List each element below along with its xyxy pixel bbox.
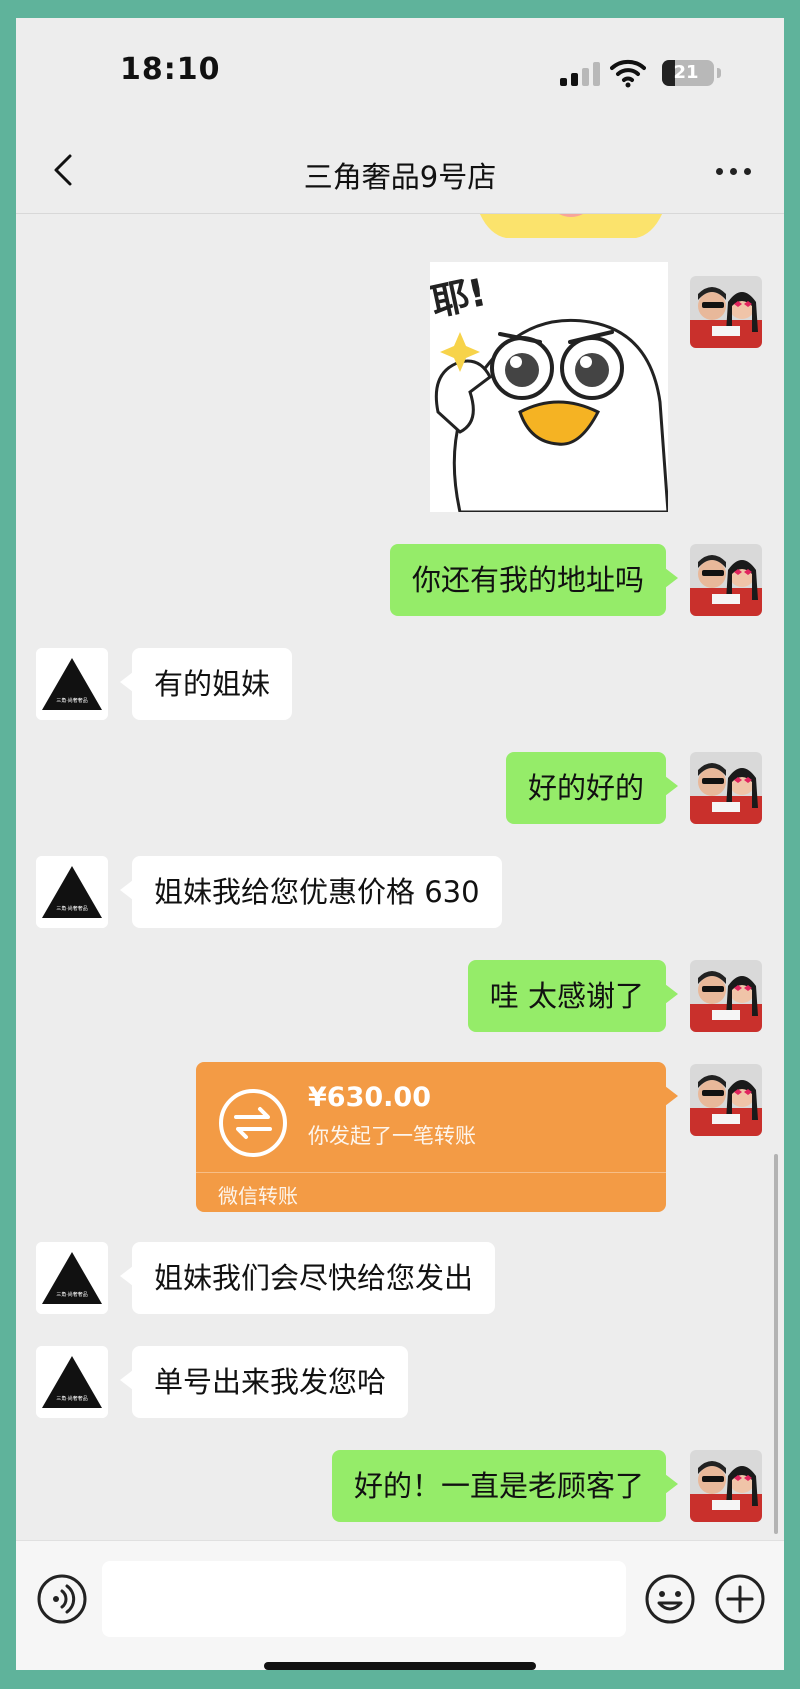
my-avatar[interactable] xyxy=(690,960,762,1032)
battery-level: 21 xyxy=(673,62,699,83)
scrollbar[interactable] xyxy=(774,1154,778,1534)
couple-photo-icon xyxy=(690,276,762,348)
sticker-partial[interactable] xyxy=(476,214,666,244)
chat-title: 三角奢品9号店 xyxy=(303,160,497,194)
couple-photo-icon xyxy=(690,544,762,616)
battery-icon: 21 xyxy=(662,60,721,86)
duck-sticker[interactable]: 耶! xyxy=(430,262,668,512)
svg-text:三角·尚奢奢品: 三角·尚奢奢品 xyxy=(56,697,88,704)
message-bubble-outgoing[interactable]: 你还有我的地址吗 xyxy=(389,544,679,616)
message-bubble-incoming[interactable]: 单号出来我发您哈 xyxy=(119,1346,409,1418)
transfer-label: 微信转账 xyxy=(218,1184,298,1208)
message-bubble-outgoing[interactable]: 哇 太感谢了 xyxy=(467,960,679,1032)
divider xyxy=(196,1172,666,1173)
transfer-icon xyxy=(219,1089,287,1157)
shop-avatar[interactable]: 三角·尚奢奢品 xyxy=(36,1346,108,1418)
message-bubble-outgoing[interactable]: 好的好的 xyxy=(505,752,679,824)
shop-avatar[interactable]: 三角·尚奢奢品 xyxy=(36,1242,108,1314)
transfer-card[interactable]: ¥630.00 你发起了一笔转账 微信转账 xyxy=(196,1062,678,1212)
cellular-signal-icon xyxy=(560,62,602,86)
emoji-icon[interactable] xyxy=(644,1573,696,1625)
triangle-logo-icon: 三角·尚奢奢品 xyxy=(36,1242,108,1314)
transfer-amount: ¥630.00 xyxy=(308,1082,431,1113)
message-bubble-outgoing[interactable]: 好的！一直是老顾客了 xyxy=(331,1450,679,1522)
triangle-logo-icon: 三角·尚奢奢品 xyxy=(36,648,108,720)
message-list[interactable]: 耶! 你还有我的地址吗 三角·尚奢奢品 有的姐妹 好的好的 三角·尚奢奢品 姐妹… xyxy=(16,214,784,1540)
couple-photo-icon xyxy=(690,1450,762,1522)
my-avatar[interactable] xyxy=(690,276,762,348)
couple-photo-icon xyxy=(690,960,762,1032)
triangle-logo-icon: 三角·尚奢奢品 xyxy=(36,1346,108,1418)
message-bubble-incoming[interactable]: 姐妹我给您优惠价格 630 xyxy=(120,856,502,928)
my-avatar[interactable] xyxy=(690,752,762,824)
my-avatar[interactable] xyxy=(690,544,762,616)
couple-photo-icon xyxy=(690,1064,762,1136)
plus-icon[interactable] xyxy=(714,1573,766,1625)
transfer-description: 你发起了一笔转账 xyxy=(308,1124,476,1148)
input-bar xyxy=(16,1540,784,1670)
voice-icon[interactable] xyxy=(36,1573,88,1625)
message-bubble-incoming[interactable]: 有的姐妹 xyxy=(119,648,293,720)
svg-text:三角·尚奢奢品: 三角·尚奢奢品 xyxy=(56,1291,88,1298)
message-bubble-incoming[interactable]: 姐妹我们会尽快给您发出 xyxy=(119,1242,496,1314)
status-bar: 18:10 21 xyxy=(16,18,784,128)
message-input[interactable] xyxy=(102,1561,626,1637)
chat-screen: 18:10 21 三角奢品9号店 耶! 你还有我的地址吗 三角·尚奢奢品 有的姐… xyxy=(16,18,784,1670)
more-options-icon[interactable] xyxy=(716,168,752,176)
triangle-logo-icon: 三角·尚奢奢品 xyxy=(36,856,108,928)
svg-text:三角·尚奢奢品: 三角·尚奢奢品 xyxy=(56,1395,88,1402)
wifi-icon xyxy=(610,59,646,88)
svg-text:三角·尚奢奢品: 三角·尚奢奢品 xyxy=(56,905,88,912)
my-avatar[interactable] xyxy=(690,1064,762,1136)
status-time: 18:10 xyxy=(120,52,221,87)
shop-avatar[interactable]: 三角·尚奢奢品 xyxy=(36,648,108,720)
shop-avatar[interactable]: 三角·尚奢奢品 xyxy=(36,856,108,928)
chat-header: 三角奢品9号店 xyxy=(16,128,784,214)
home-indicator xyxy=(264,1662,536,1670)
my-avatar[interactable] xyxy=(690,1450,762,1522)
couple-photo-icon xyxy=(690,752,762,824)
